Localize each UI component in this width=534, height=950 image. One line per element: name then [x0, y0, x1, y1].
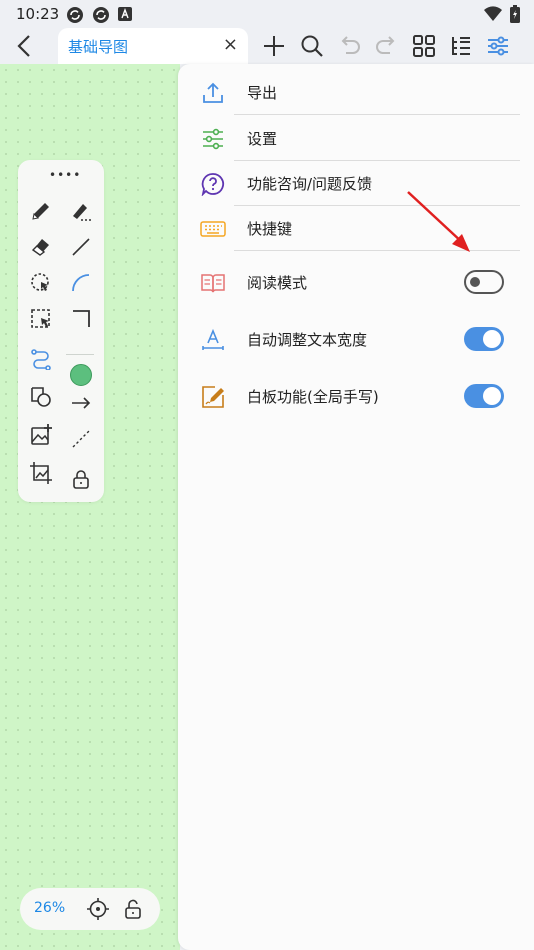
drawing-tools-panel: •••• — [18, 160, 104, 502]
dashed-line-icon[interactable] — [68, 426, 94, 452]
outline-icon — [452, 37, 470, 55]
status-bar: 10:23 — [0, 0, 534, 28]
image-add-icon[interactable] — [28, 422, 54, 448]
mindmap-canvas[interactable]: •••• 26% — [0, 64, 180, 950]
crosshair-icon — [87, 898, 109, 920]
corner-icon[interactable] — [68, 306, 94, 332]
plus-icon — [264, 36, 284, 56]
toggle-knob — [483, 387, 501, 405]
marker-icon[interactable] — [68, 198, 94, 224]
battery-icon — [510, 5, 520, 27]
layout-grid-button[interactable] — [410, 32, 438, 60]
divider — [234, 114, 520, 115]
menu-item-label: 阅读模式 — [247, 274, 308, 292]
close-icon[interactable]: × — [223, 34, 238, 55]
options-menu-panel: 导出 设置 功能咨询/问题反馈 快捷键 阅读模式 自动调整文本宽度 白板功能(全… — [178, 64, 534, 950]
unlock-canvas-button[interactable] — [121, 897, 145, 921]
locate-center-button[interactable] — [86, 897, 110, 921]
menu-item-label: 快捷键 — [247, 220, 293, 238]
export-icon — [200, 80, 226, 106]
chevron-left-icon — [17, 35, 30, 57]
redo-button[interactable] — [372, 32, 400, 60]
menu-item-whiteboard: 白板功能(全局手写) — [178, 374, 534, 419]
unlock-icon — [125, 899, 141, 919]
keyboard-icon — [200, 216, 226, 242]
document-tab[interactable]: 基础导图 × — [58, 28, 248, 64]
book-icon — [200, 270, 226, 296]
text-width-icon — [200, 327, 226, 353]
toggle-knob — [483, 330, 501, 348]
reading-mode-toggle[interactable] — [464, 270, 504, 294]
lock-icon[interactable] — [68, 466, 94, 492]
undo-button[interactable] — [336, 32, 364, 60]
lasso-icon[interactable] — [28, 270, 54, 296]
back-button[interactable] — [10, 32, 38, 60]
whiteboard-icon — [200, 384, 226, 410]
connector-icon[interactable] — [28, 346, 54, 372]
zoom-level[interactable]: 26% — [34, 900, 65, 916]
settings-sliders-button[interactable] — [484, 32, 512, 60]
menu-item-reading-mode: 阅读模式 — [178, 260, 534, 305]
settings-icon — [200, 126, 226, 152]
color-swatch[interactable] — [68, 362, 94, 388]
add-button[interactable] — [260, 32, 288, 60]
select-box-icon[interactable] — [28, 306, 54, 332]
whiteboard-toggle[interactable] — [464, 384, 504, 408]
zoom-bar: 26% — [20, 888, 160, 930]
search-button[interactable] — [298, 32, 326, 60]
wifi-icon — [484, 6, 502, 26]
tab-label: 基础导图 — [68, 38, 129, 56]
pen-icon[interactable] — [28, 198, 54, 224]
menu-item-feedback[interactable]: 功能咨询/问题反馈 — [178, 161, 534, 206]
toggle-knob — [470, 277, 480, 287]
tools-divider — [66, 354, 94, 355]
menu-item-label: 导出 — [247, 84, 278, 102]
search-icon — [301, 35, 323, 57]
help-icon — [200, 171, 226, 197]
menu-item-label: 自动调整文本宽度 — [247, 331, 368, 349]
top-toolbar: 基础导图 × — [0, 28, 534, 64]
menu-item-export[interactable]: 导出 — [178, 70, 534, 115]
undo-icon — [341, 36, 360, 54]
eraser-icon[interactable] — [28, 234, 54, 260]
menu-item-shortcuts[interactable]: 快捷键 — [178, 206, 534, 251]
menu-item-label: 白板功能(全局手写) — [247, 388, 379, 406]
menu-item-settings[interactable]: 设置 — [178, 116, 534, 161]
menu-item-auto-text-width: 自动调整文本宽度 — [178, 317, 534, 362]
status-time: 10:23 — [16, 5, 60, 23]
menu-item-label: 功能咨询/问题反馈 — [247, 175, 373, 193]
annotation-arrow-icon — [407, 191, 470, 252]
arc-icon[interactable] — [68, 270, 94, 296]
outline-button[interactable] — [446, 32, 474, 60]
settings-sliders-icon — [488, 36, 508, 56]
sync-icon — [92, 6, 110, 28]
auto-text-width-toggle[interactable] — [464, 327, 504, 351]
font-a-icon — [118, 6, 132, 25]
grid-icon — [413, 35, 435, 57]
redo-icon — [376, 36, 395, 54]
drag-handle-icon[interactable]: •••• — [49, 168, 81, 182]
shapes-icon[interactable] — [28, 384, 54, 410]
arrow-icon[interactable] — [68, 390, 94, 416]
menu-item-label: 设置 — [247, 130, 278, 148]
sync-icon — [66, 6, 84, 28]
crop-image-icon[interactable] — [28, 460, 54, 486]
line-icon[interactable] — [68, 234, 94, 260]
